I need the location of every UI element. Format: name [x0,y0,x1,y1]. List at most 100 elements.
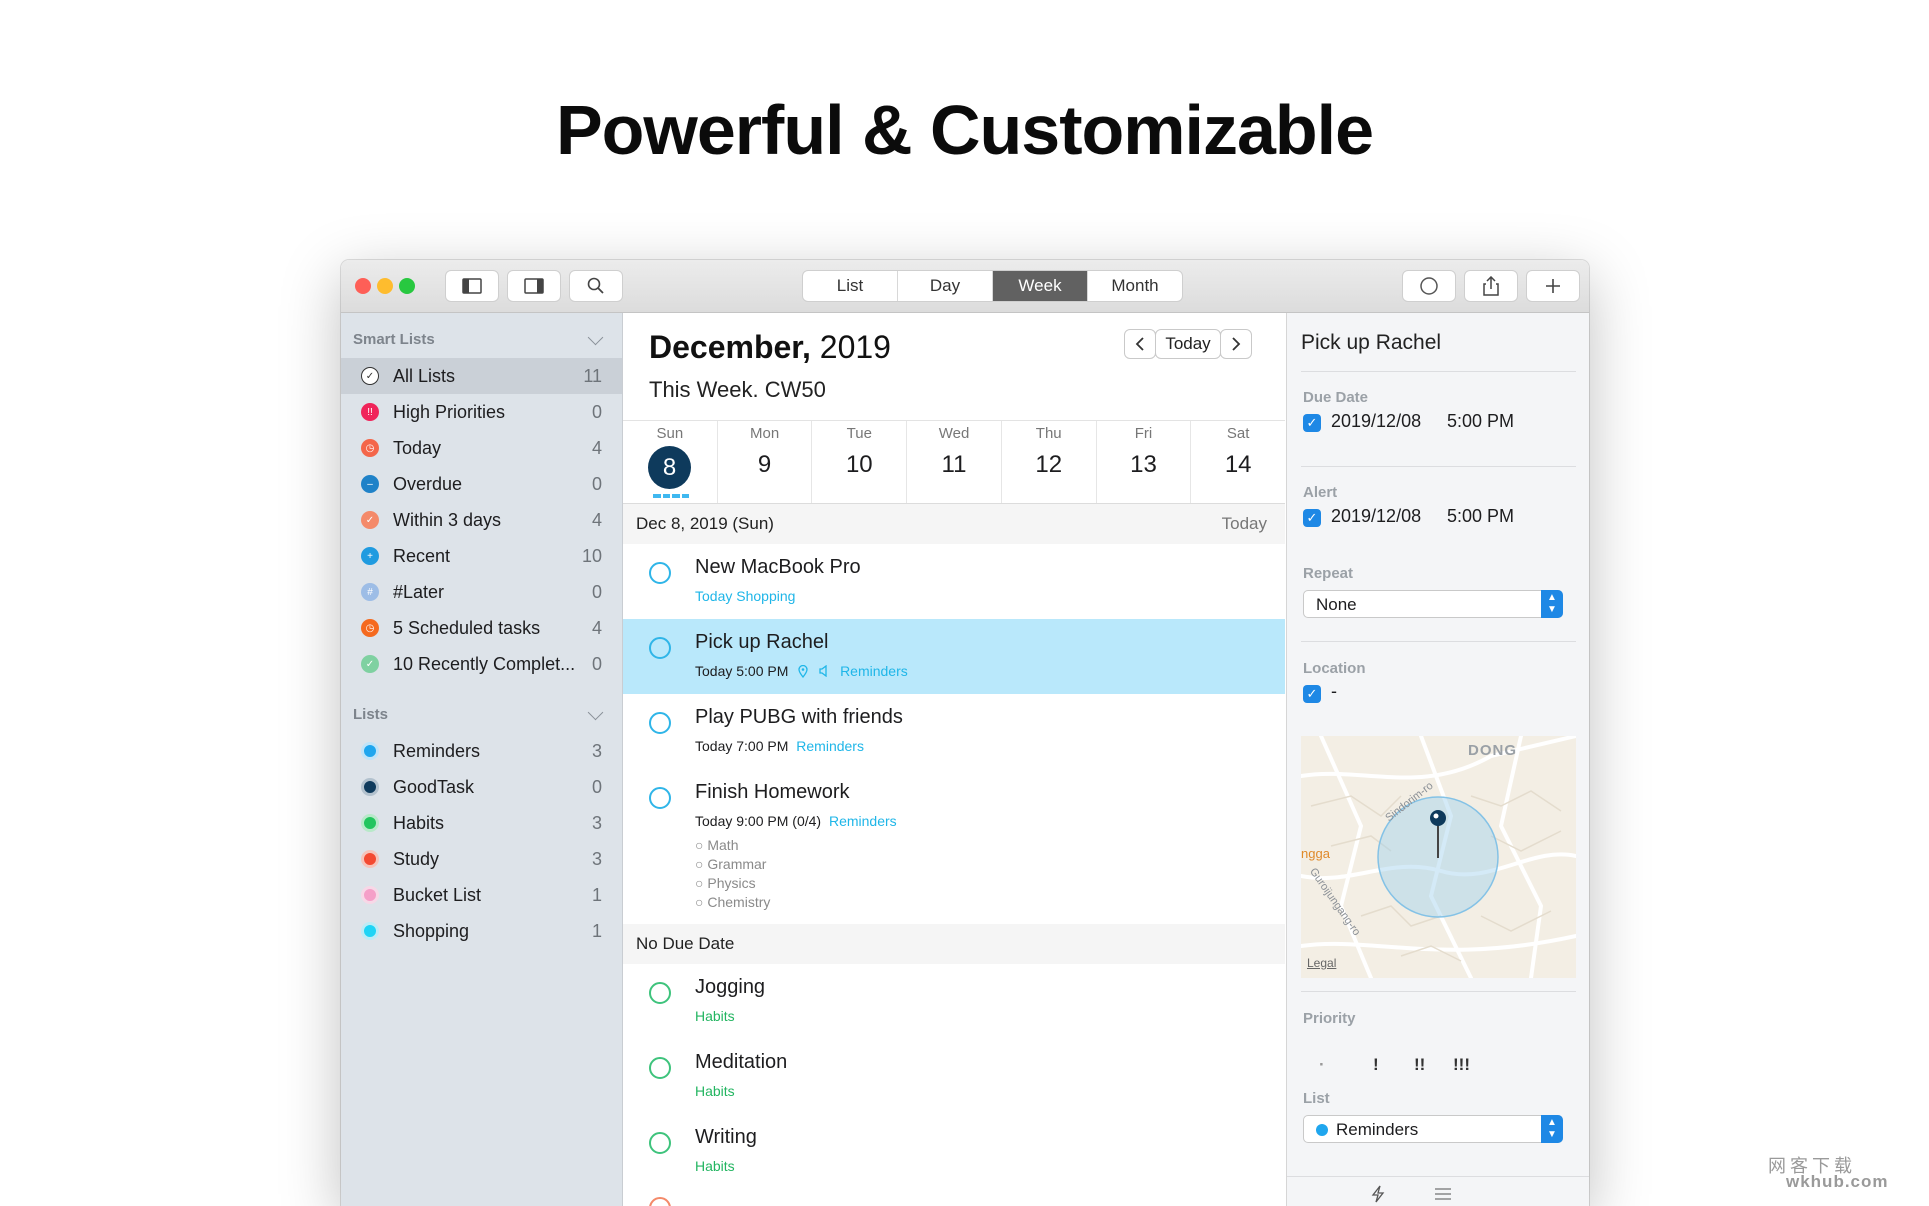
task-row-partial[interactable] [623,1189,1285,1206]
list-value: Reminders [1336,1120,1419,1139]
task-row[interactable]: Jogging Habits [623,964,1285,1039]
sidebar-item-recently-completed[interactable]: ✓ 10 Recently Complet... 0 [341,646,622,682]
smart-lists-header: Smart Lists [353,331,435,348]
day-cell-sat[interactable]: Sat 14 [1191,421,1285,503]
repeat-select[interactable]: None ▲ ▼ [1303,590,1563,618]
subtask-item[interactable]: ○ Physics [695,875,756,891]
group-date-label: No Due Date [636,934,735,953]
sidebar-item-today[interactable]: ◷ Today 4 [341,430,622,466]
sidebar-item-shopping[interactable]: Shopping 1 [341,913,622,949]
sidebar-item-count: 3 [591,813,602,833]
sidebar-item-later[interactable]: # #Later 0 [341,574,622,610]
task-complete-checkbox[interactable] [649,712,671,734]
task-row[interactable]: Finish Homework Today 9:00 PM (0/4) Remi… [623,769,1285,919]
date-group-header: No Due Date [623,924,1285,964]
toggle-detail-button[interactable] [507,270,561,302]
list-select[interactable]: Reminders ▲ ▼ [1303,1115,1563,1143]
task-complete-checkbox[interactable] [649,1132,671,1154]
complete-button[interactable] [1402,270,1456,302]
priority-high-button[interactable]: !!! [1453,1055,1470,1075]
alert-checkbox[interactable]: ✓ [1303,509,1321,527]
due-date-value[interactable]: 2019/12/08 [1331,411,1421,432]
previous-week-button[interactable] [1124,329,1156,359]
task-complete-checkbox[interactable] [649,637,671,659]
sidebar-item-all-lists[interactable]: ✓ All Lists 11 [341,358,622,394]
group-date-label: Dec 8, 2019 (Sun) [636,514,774,533]
search-button[interactable] [569,270,623,302]
alert-time-value[interactable]: 5:00 PM [1447,506,1514,527]
sidebar-item-count: 1 [591,921,602,941]
next-week-button[interactable] [1220,329,1252,359]
task-row[interactable]: Writing Habits [623,1114,1285,1189]
day-cell-sun[interactable]: Sun 8 [623,421,718,503]
zoom-window-button[interactable] [399,278,415,294]
task-due: Today 5:00 PM [695,663,789,679]
share-button[interactable] [1464,270,1518,302]
day-cell-wed[interactable]: Wed 11 [907,421,1002,503]
tab-month[interactable]: Month [1088,271,1182,301]
subtask-item[interactable]: ○ Math [695,837,738,853]
sidebar-item-reminders[interactable]: Reminders 3 [341,733,622,769]
sidebar-item-recent[interactable]: + Recent 10 [341,538,622,574]
sidebar-item-goodtask[interactable]: GoodTask 0 [341,769,622,805]
tab-day[interactable]: Day [898,271,993,301]
today-button[interactable]: Today [1155,329,1221,359]
priority-low-button[interactable]: ! [1373,1055,1379,1075]
location-label: Location [1303,660,1366,677]
sidebar-item-label: #Later [393,582,445,602]
app-window: List Day Week Month Smart Lists ✓ All Li… [341,260,1589,1206]
location-map[interactable]: DONG ngga Sindorim-ro Guroijungang-ro Le… [1301,736,1576,978]
sidebar-item-habits[interactable]: Habits 3 [341,805,622,841]
priority-medium-button[interactable]: !! [1414,1055,1425,1075]
task-complete-checkbox[interactable] [649,787,671,809]
sidebar-item-study[interactable]: Study 3 [341,841,622,877]
task-complete-checkbox[interactable] [649,1197,671,1206]
sidebar-item-overdue[interactable]: – Overdue 0 [341,466,622,502]
priority-none-button[interactable]: · [1319,1055,1325,1075]
location-checkbox[interactable]: ✓ [1303,685,1321,703]
minimize-window-button[interactable] [377,278,393,294]
day-cell-mon[interactable]: Mon 9 [718,421,813,503]
lightning-icon[interactable] [1370,1185,1386,1203]
tab-list[interactable]: List [803,271,898,301]
toggle-sidebar-button[interactable] [445,270,499,302]
sidebar-item-high-priorities[interactable]: !! High Priorities 0 [341,394,622,430]
subtask-item[interactable]: ○ Chemistry [695,894,770,910]
day-number-selected: 8 [648,446,691,489]
day-cell-fri[interactable]: Fri 13 [1097,421,1192,503]
task-complete-checkbox[interactable] [649,982,671,1004]
sidebar-item-count: 4 [591,510,602,530]
sidebar-item-bucket-list[interactable]: Bucket List 1 [341,877,622,913]
task-row[interactable]: Play PUBG with friends Today 7:00 PM Rem… [623,694,1285,769]
task-complete-checkbox[interactable] [649,1057,671,1079]
add-task-button[interactable] [1526,270,1580,302]
sidebar-item-count: 0 [591,474,602,494]
alert-label: Alert [1303,484,1338,501]
task-row-selected[interactable]: Pick up Rachel Today 5:00 PM Reminders [623,619,1285,694]
sidebar-item-label: Reminders [393,741,481,761]
view-switcher: List Day Week Month [802,270,1183,302]
list-icon[interactable] [1434,1187,1452,1201]
day-cell-thu[interactable]: Thu 12 [1002,421,1097,503]
task-row[interactable]: Meditation Habits [623,1039,1285,1114]
task-complete-checkbox[interactable] [649,562,671,584]
chevron-down-icon[interactable] [587,329,604,346]
location-value[interactable]: - [1331,681,1337,702]
list-color-dot [361,778,379,796]
map-legal-link[interactable]: Legal [1307,956,1336,970]
sidebar-item-scheduled-tasks[interactable]: ◷ 5 Scheduled tasks 4 [341,610,622,646]
subtask-item[interactable]: ○ Grammar [695,856,766,872]
sidebar-item-count: 0 [591,654,602,674]
day-cell-tue[interactable]: Tue 10 [812,421,908,503]
task-row[interactable]: New MacBook Pro Today Shopping [623,544,1285,619]
sidebar-item-within-3-days[interactable]: ✓ Within 3 days 4 [341,502,622,538]
exclamation-icon: !! [361,403,379,421]
alert-date-value[interactable]: 2019/12/08 [1331,506,1421,527]
detail-task-title[interactable]: Pick up Rachel [1301,331,1441,355]
chevron-down-icon[interactable] [587,704,604,721]
tab-week[interactable]: Week [993,271,1088,301]
close-window-button[interactable] [355,278,371,294]
due-time-value[interactable]: 5:00 PM [1447,411,1514,432]
sidebar-item-label: 10 Recently Complet... [393,654,576,674]
due-date-checkbox[interactable]: ✓ [1303,414,1321,432]
